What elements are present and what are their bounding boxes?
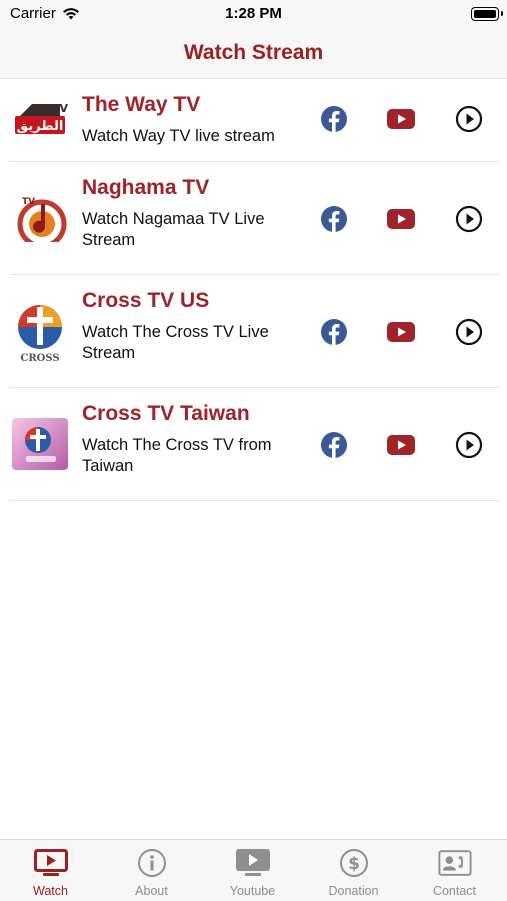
facebook-icon xyxy=(321,106,347,132)
facebook-button[interactable] xyxy=(319,104,349,134)
channel-row-cross-tv-taiwan[interactable]: Cross TV Taiwan Watch The Cross TV from … xyxy=(10,388,501,501)
play-button[interactable] xyxy=(454,204,484,234)
naghama-tv-logo: TV xyxy=(12,192,68,242)
tab-label: Contact xyxy=(432,884,477,898)
the-way-tv-logo-badge: TV xyxy=(52,102,68,115)
channel-description: Watch The Cross TV from Taiwan xyxy=(82,436,272,475)
facebook-icon xyxy=(321,432,347,458)
contact-card-icon xyxy=(438,848,472,878)
tv-play-icon xyxy=(34,848,68,878)
tab-contact[interactable]: Contact xyxy=(404,840,505,901)
facebook-icon xyxy=(321,206,347,232)
play-circle-icon xyxy=(455,318,483,346)
youtube-icon xyxy=(387,435,415,455)
channel-text: The Way TV Watch Way TV live stream xyxy=(82,93,297,147)
play-circle-icon xyxy=(455,105,483,133)
channel-description: Watch Nagamaa TV Live Stream xyxy=(82,210,265,249)
play-button[interactable] xyxy=(454,317,484,347)
channel-title: The Way TV xyxy=(82,93,201,116)
play-button[interactable] xyxy=(454,104,484,134)
channel-text: Naghama TV Watch Nagamaa TV Live Stream xyxy=(82,176,297,251)
tab-label: Watch xyxy=(33,884,68,898)
tab-label: About xyxy=(135,884,168,898)
cross-tv-us-logo-text: CROSS xyxy=(20,353,59,363)
video-play-icon xyxy=(236,848,270,878)
channel-title: Naghama TV xyxy=(82,176,210,199)
status-bar: Carrier 1:28 PM xyxy=(0,0,507,30)
tab-youtube[interactable]: Youtube xyxy=(202,840,303,901)
naghama-tv-logo-badge: TV xyxy=(22,197,35,207)
facebook-button[interactable] xyxy=(319,430,349,460)
channel-text: Cross TV Taiwan Watch The Cross TV from … xyxy=(82,402,297,477)
cross-tv-taiwan-logo xyxy=(12,418,68,470)
channel-description: Watch Way TV live stream xyxy=(82,127,275,145)
info-icon xyxy=(135,848,169,878)
channel-list: الطريق TV The Way TV Watch Way TV live s… xyxy=(0,79,507,501)
channel-description: Watch The Cross TV Live Stream xyxy=(82,323,269,362)
tab-bar: Watch About Youtube $ Donation Contact xyxy=(0,839,507,901)
channel-title: Cross TV Taiwan xyxy=(82,402,250,425)
battery-icon xyxy=(471,7,503,21)
tab-label: Donation xyxy=(328,884,379,898)
channel-title: Cross TV US xyxy=(82,289,210,312)
svg-text:$: $ xyxy=(348,854,360,874)
youtube-icon xyxy=(387,109,415,129)
play-button[interactable] xyxy=(454,430,484,460)
channel-text: Cross TV US Watch The Cross TV Live Stre… xyxy=(82,289,297,364)
youtube-button[interactable] xyxy=(386,430,416,460)
facebook-button[interactable] xyxy=(319,204,349,234)
channel-row-naghama-tv[interactable]: TV Naghama TV Watch Nagamaa TV Live Stre… xyxy=(10,162,501,275)
youtube-icon xyxy=(387,322,415,342)
page-title: Watch Stream xyxy=(183,41,324,64)
youtube-icon xyxy=(387,209,415,229)
status-time: 1:28 PM xyxy=(225,5,282,22)
the-way-tv-logo: الطريق TV xyxy=(12,96,68,146)
tab-donation[interactable]: $ Donation xyxy=(303,840,404,901)
channel-row-the-way-tv[interactable]: الطريق TV The Way TV Watch Way TV live s… xyxy=(10,79,501,162)
play-circle-icon xyxy=(455,431,483,459)
cross-tv-us-logo: CROSS xyxy=(12,301,68,363)
facebook-button[interactable] xyxy=(319,317,349,347)
youtube-button[interactable] xyxy=(386,204,416,234)
play-circle-icon xyxy=(455,205,483,233)
dollar-icon: $ xyxy=(337,848,371,878)
channel-row-cross-tv-us[interactable]: CROSS Cross TV US Watch The Cross TV Liv… xyxy=(10,275,501,388)
tab-watch[interactable]: Watch xyxy=(0,840,101,901)
youtube-button[interactable] xyxy=(386,104,416,134)
tab-about[interactable]: About xyxy=(101,840,202,901)
navigation-bar: Watch Stream xyxy=(0,30,507,79)
the-way-tv-logo-text: الطريق xyxy=(17,119,64,134)
facebook-icon xyxy=(321,319,347,345)
tab-label: Youtube xyxy=(229,884,276,898)
youtube-button[interactable] xyxy=(386,317,416,347)
